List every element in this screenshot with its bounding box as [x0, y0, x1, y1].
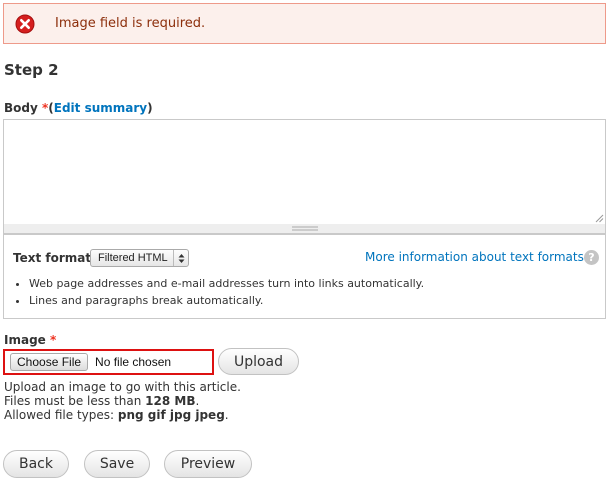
save-button[interactable]: Save [84, 450, 150, 478]
tip-item: Web page addresses and e-mail addresses … [29, 275, 424, 292]
help-icon[interactable]: ? [584, 250, 599, 265]
allowed-file-types: Allowed file types: png gif jpg jpeg. [4, 408, 241, 422]
textarea-grippie[interactable] [3, 224, 606, 234]
more-info-text-formats-link[interactable]: More information about text formats [365, 250, 584, 264]
edit-summary-close-paren: ) [147, 101, 152, 115]
text-format-select[interactable]: Filtered HTML [90, 249, 189, 267]
image-help-text: Upload an image to go with this article.… [4, 380, 241, 422]
image-size-limit: Files must be less than 128 MB. [4, 394, 241, 408]
grip-lines-icon [292, 226, 318, 231]
text-format-tips: Web page addresses and e-mail addresses … [12, 275, 424, 309]
image-help-line: Upload an image to go with this article. [4, 380, 241, 394]
upload-button[interactable]: Upload [218, 348, 299, 375]
text-format-selected-value: Filtered HTML [98, 252, 168, 264]
error-text: Image field is required. [55, 16, 205, 31]
text-format-label: Text format [13, 251, 91, 265]
error-message: Image field is required. [3, 3, 606, 44]
image-label-text: Image [4, 333, 46, 347]
file-types-value: png gif jpg jpeg [118, 408, 225, 422]
resize-corner-icon[interactable] [594, 212, 604, 222]
image-label: Image * [4, 333, 56, 347]
body-label-text: Body [4, 101, 38, 115]
text-format-wrapper: Text format Filtered HTML More informati… [3, 234, 606, 319]
image-file-input[interactable]: Choose File No file chosen [3, 349, 214, 375]
size-limit-value: 128 MB [145, 394, 195, 408]
file-types-suffix: . [225, 408, 229, 422]
edit-summary-link[interactable]: Edit summary [54, 101, 147, 115]
step-title: Step 2 [4, 61, 59, 79]
size-limit-suffix: . [196, 394, 200, 408]
no-file-chosen-text: No file chosen [95, 355, 171, 369]
select-arrows-icon [173, 250, 188, 266]
required-mark: * [50, 333, 56, 347]
file-types-prefix: Allowed file types: [4, 408, 114, 422]
body-textarea[interactable] [3, 119, 606, 225]
preview-button[interactable]: Preview [164, 450, 252, 478]
size-limit-prefix: Files must be less than [4, 394, 141, 408]
back-button[interactable]: Back [3, 450, 69, 478]
body-label: Body *(Edit summary) [4, 101, 153, 115]
error-x-icon [15, 14, 35, 34]
choose-file-button[interactable]: Choose File [10, 353, 88, 371]
tip-item: Lines and paragraphs break automatically… [29, 292, 424, 309]
